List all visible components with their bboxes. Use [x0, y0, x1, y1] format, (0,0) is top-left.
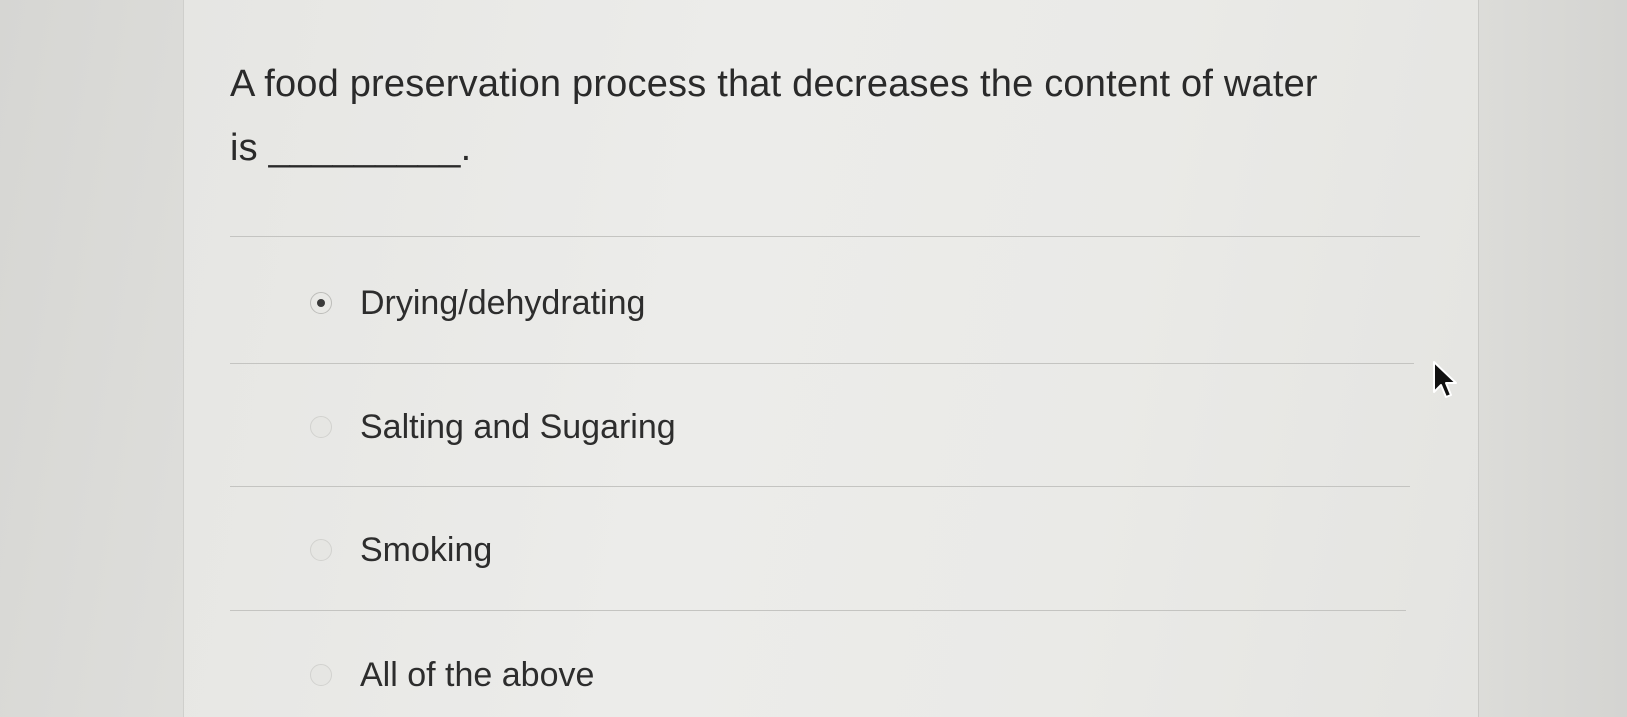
radio-button[interactable] [310, 416, 332, 438]
mouse-pointer-icon [1433, 361, 1457, 398]
radio-dot-icon [317, 299, 325, 307]
option-label: Smoking [360, 530, 493, 569]
option-label: Salting and Sugaring [360, 407, 676, 446]
option-label: Drying/dehydrating [360, 283, 646, 322]
option-all-of-the-above[interactable]: All of the above [310, 650, 594, 700]
divider-top [230, 236, 1420, 237]
divider-option-1 [230, 363, 1414, 364]
option-drying[interactable]: Drying/dehydrating [310, 278, 645, 328]
option-smoking[interactable]: Smoking [310, 525, 492, 575]
question-line-2: is _________. [230, 127, 472, 169]
radio-button-selected[interactable] [310, 292, 332, 314]
question-line-1: A food preservation process that decreas… [230, 63, 1318, 105]
divider-option-2 [230, 486, 1410, 487]
right-side-panel [1479, 0, 1627, 717]
question-prompt: A food preservation process that decreas… [230, 52, 1390, 180]
option-label: All of the above [360, 655, 595, 694]
radio-button[interactable] [310, 664, 332, 686]
radio-button[interactable] [310, 539, 332, 561]
option-salting[interactable]: Salting and Sugaring [310, 402, 676, 452]
divider-option-3 [230, 610, 1406, 611]
